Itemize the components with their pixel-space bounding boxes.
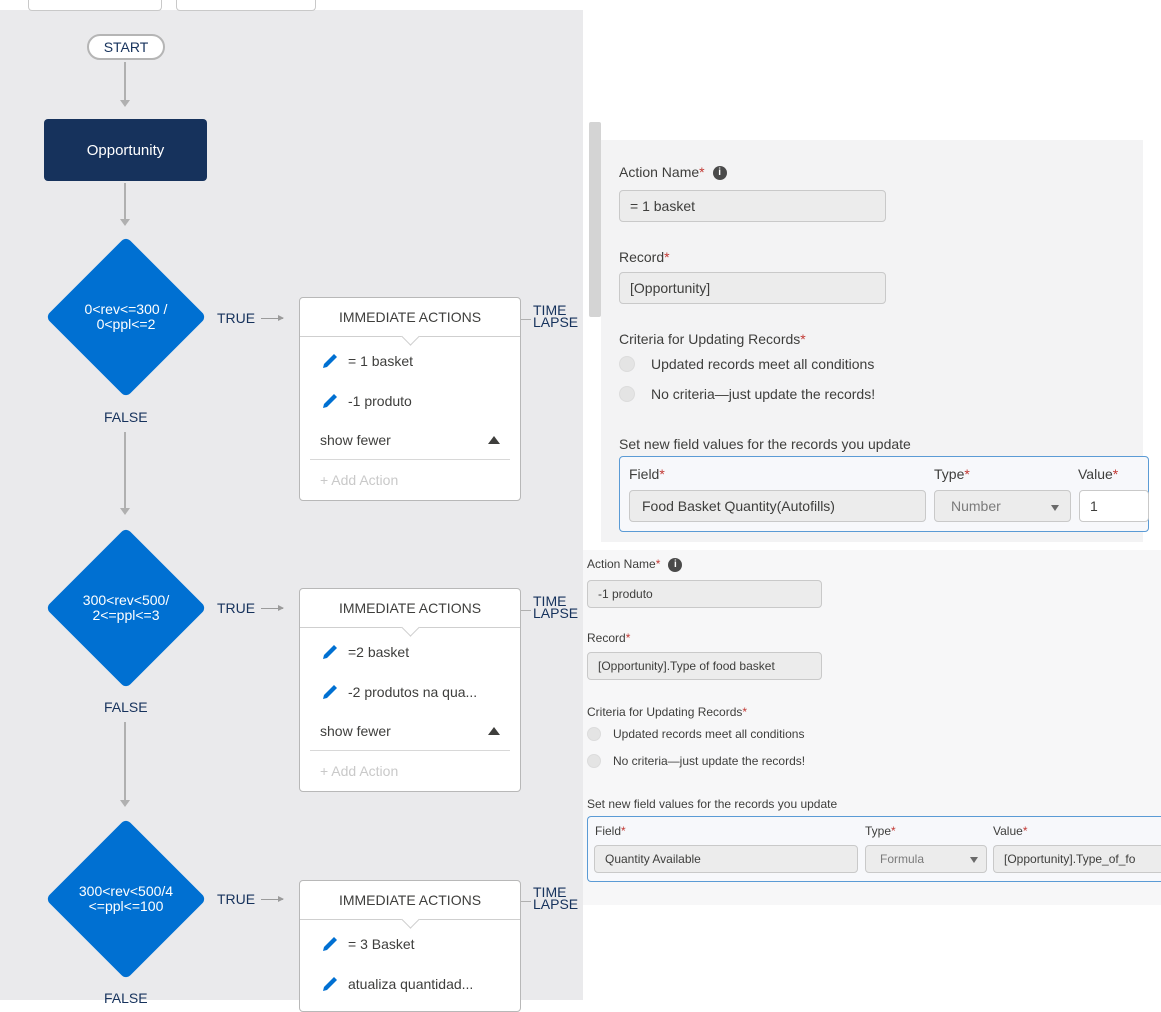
show-fewer-toggle[interactable]: show fewer	[300, 712, 520, 750]
criteria-label: Criteria for Updating Records*	[587, 705, 748, 719]
criteria-radio-conditions[interactable]	[619, 356, 635, 372]
immediate-actions-header: IMMEDIATE ACTIONS	[300, 589, 520, 628]
value-input[interactable]: [Opportunity].Type_of_fo	[993, 845, 1161, 873]
pencil-icon	[323, 685, 337, 699]
chevron-down-icon	[1051, 505, 1059, 511]
type-column-header: Type*	[934, 466, 970, 482]
record-label: Record*	[619, 249, 670, 265]
true-branch-label: TRUE	[217, 310, 285, 326]
criteria-option-label: Updated records meet all conditions	[613, 727, 805, 741]
value-input[interactable]: 1	[1079, 490, 1149, 522]
connector-line	[124, 62, 126, 100]
toolbar-button-2[interactable]	[176, 0, 316, 11]
field-select[interactable]: Food Basket Quantity(Autofills)	[629, 490, 926, 522]
connector-line	[124, 722, 126, 800]
time-lapse-label[interactable]: TIME LAPSE	[533, 303, 578, 329]
add-action-button[interactable]: + Add Action	[300, 460, 520, 500]
criteria-node-3[interactable]: 300<rev<500/4 <=ppl<=100	[45, 818, 207, 980]
criteria-option-label: No criteria—just update the records!	[651, 386, 876, 402]
immediate-actions-header: IMMEDIATE ACTIONS	[300, 881, 520, 920]
action-name-input[interactable]: = 1 basket	[619, 190, 886, 222]
show-fewer-toggle[interactable]: show fewer	[300, 421, 520, 459]
field-select[interactable]: Quantity Available	[594, 845, 858, 873]
true-branch-label: TRUE	[217, 891, 285, 907]
set-values-label: Set new field values for the records you…	[619, 436, 911, 452]
connector-arrow	[120, 100, 130, 107]
false-branch-label: FALSE	[104, 409, 148, 425]
immediate-actions-header: IMMEDIATE ACTIONS	[300, 298, 520, 337]
field-column-header: Field*	[595, 824, 626, 838]
field-column-header: Field*	[629, 466, 665, 482]
pencil-icon	[323, 977, 337, 991]
criteria-node-2[interactable]: 300<rev<500/2<=ppl<=3	[45, 527, 207, 689]
criteria-node-1[interactable]: 0<rev<=300 /0<ppl<=2	[45, 236, 207, 398]
criteria-option-label: No criteria—just update the records!	[613, 754, 806, 768]
object-node[interactable]: Opportunity	[44, 119, 207, 181]
scrollbar[interactable]	[589, 122, 601, 317]
false-branch-label: FALSE	[104, 990, 148, 1006]
connector-line	[521, 901, 531, 902]
criteria-label: Criteria for Updating Records*	[619, 331, 806, 347]
connector-line	[124, 432, 126, 508]
immediate-actions-box-2: IMMEDIATE ACTIONS =2 basket -2 produtos …	[299, 588, 521, 792]
value-column-header: Value*	[993, 824, 1028, 838]
connector-line	[521, 610, 531, 611]
toolbar-button-1[interactable]	[28, 0, 162, 11]
criteria-option-label: Updated records meet all conditions	[651, 356, 875, 372]
time-lapse-label[interactable]: TIME LAPSE	[533, 594, 578, 620]
criteria-radio-no-criteria[interactable]	[587, 754, 601, 768]
connector-arrow	[120, 800, 130, 807]
pencil-icon	[323, 354, 337, 368]
immediate-actions-box-3: IMMEDIATE ACTIONS = 3 Basket atualiza qu…	[299, 880, 521, 1012]
action-item[interactable]: -2 produtos na qua...	[300, 672, 520, 712]
connector-line	[124, 183, 126, 219]
time-lapse-label[interactable]: TIME LAPSE	[533, 885, 578, 911]
criteria-radio-no-criteria[interactable]	[619, 386, 635, 402]
caret-up-icon	[488, 727, 500, 735]
pencil-icon	[323, 645, 337, 659]
criteria-radio-conditions[interactable]	[587, 727, 601, 741]
type-select[interactable]: Formula	[865, 845, 987, 873]
caret-up-icon	[488, 436, 500, 444]
action-name-label: Action Name* i	[619, 164, 727, 181]
record-label: Record*	[587, 631, 631, 645]
action-name-label: Action Name* i	[587, 557, 683, 572]
false-branch-label: FALSE	[104, 699, 148, 715]
connector-arrow	[120, 508, 130, 515]
pencil-icon	[323, 394, 337, 408]
action-name-input[interactable]: -1 produto	[587, 580, 822, 608]
action-item[interactable]: =2 basket	[300, 632, 520, 672]
type-select[interactable]: Number	[934, 490, 1071, 522]
start-node: START	[87, 34, 165, 60]
info-icon[interactable]: i	[668, 557, 683, 572]
record-input[interactable]: [Opportunity]	[619, 272, 886, 304]
connector-arrow	[120, 219, 130, 226]
info-icon[interactable]: i	[712, 166, 727, 181]
immediate-actions-box-1: IMMEDIATE ACTIONS = 1 basket -1 produto …	[299, 297, 521, 501]
pencil-icon	[323, 937, 337, 951]
type-column-header: Type*	[865, 824, 896, 838]
value-column-header: Value*	[1078, 466, 1119, 482]
action-item[interactable]: = 1 basket	[300, 341, 520, 381]
add-action-button[interactable]: + Add Action	[300, 751, 520, 791]
true-branch-label: TRUE	[217, 600, 285, 616]
connector-line	[521, 319, 531, 320]
chevron-down-icon	[970, 857, 978, 863]
action-item[interactable]: atualiza quantidad...	[300, 964, 520, 1004]
action-item[interactable]: = 3 Basket	[300, 924, 520, 964]
set-values-label: Set new field values for the records you…	[587, 797, 838, 811]
action-item[interactable]: -1 produto	[300, 381, 520, 421]
record-input[interactable]: [Opportunity].Type of food basket	[587, 652, 822, 680]
